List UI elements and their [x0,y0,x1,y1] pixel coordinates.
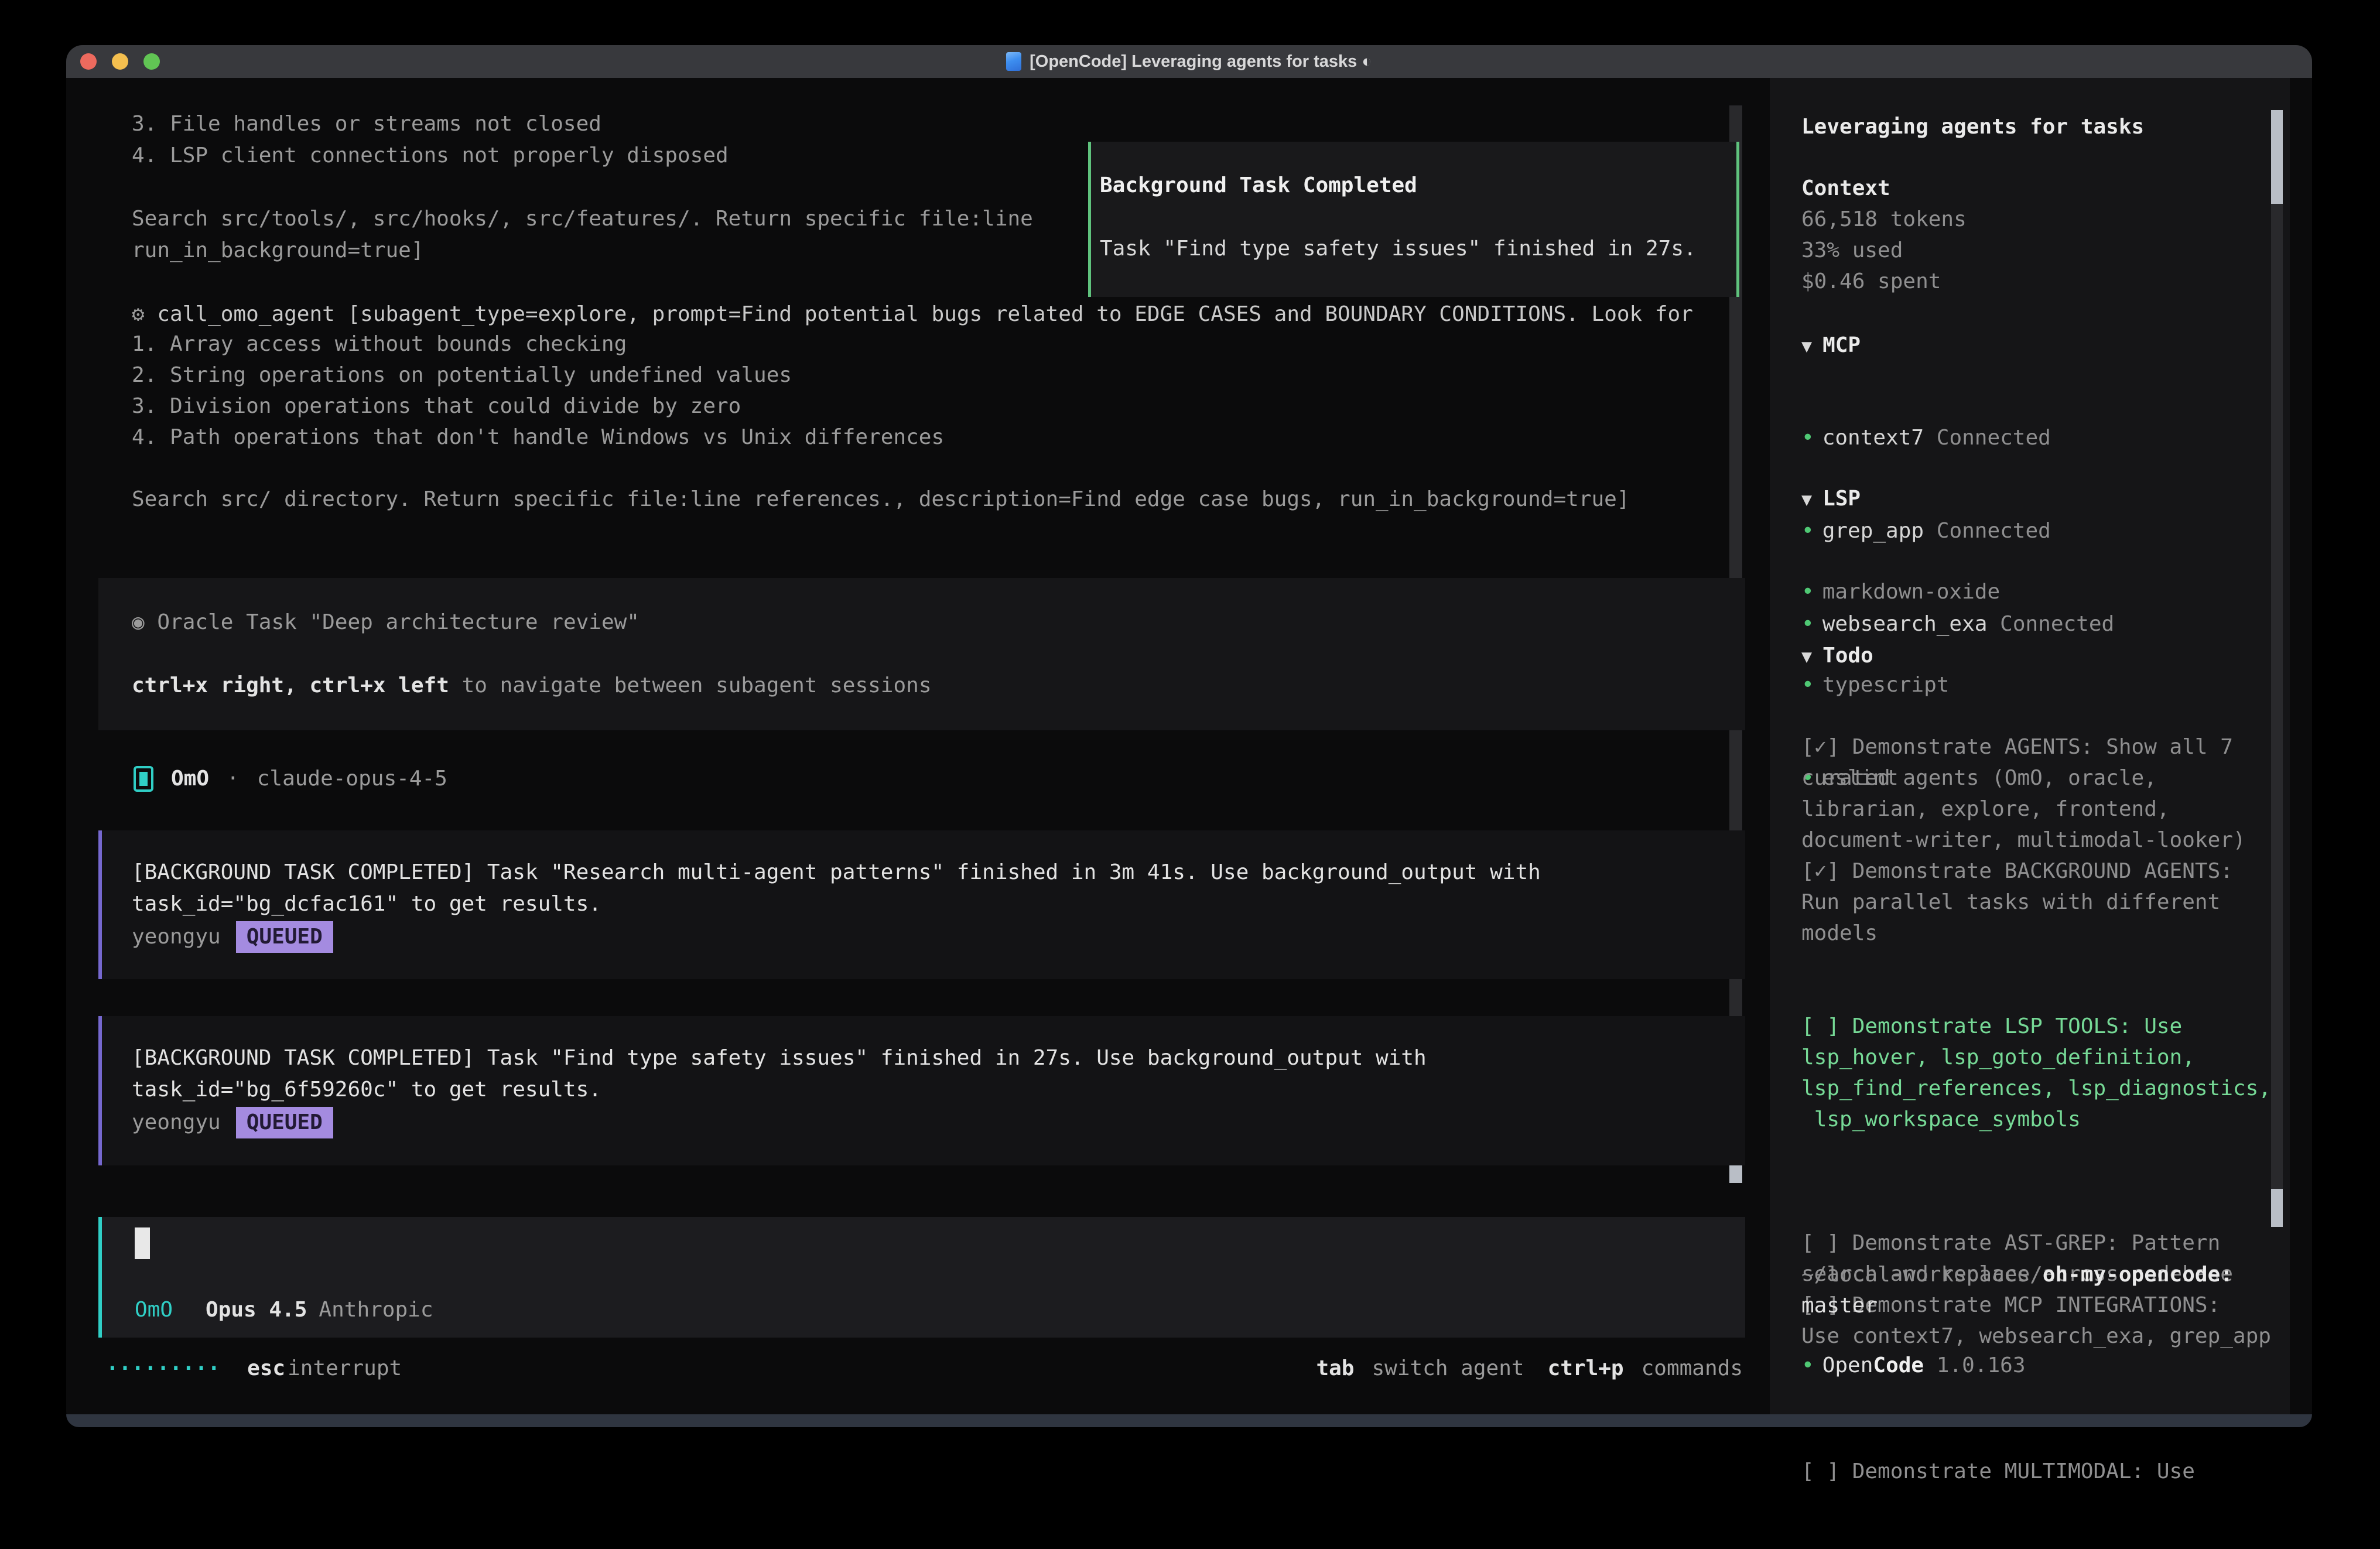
model-info-row: OmO Opus 4.5 Anthropic [135,1294,433,1326]
version-number: 1.0.163 [1937,1353,2026,1377]
window-title: [OpenCode] Leveraging agents for tasks ◐ [1030,52,1372,71]
subagent-nav-hint: ctrl+x right, ctrl+x left to navigate be… [132,670,1745,702]
separator-dot: · [227,763,240,795]
chevron-down-icon: ▼ [1801,647,1812,667]
task-author: yeongyu [132,1110,221,1134]
toast-body: Task "Find type safety issues" finished … [1100,233,1736,265]
task-message: [BACKGROUND TASK COMPLETED] Task "Find t… [98,1016,1745,1165]
bullet-icon: • [1801,580,1814,604]
titlebar-center: [OpenCode] Leveraging agents for tasks ◐ [66,45,2312,78]
esc-key-hint: esc [247,1356,285,1380]
sidebar: Leveraging agents for tasks Context 66,5… [1770,78,2290,1414]
bullet-icon: • [1801,426,1814,450]
task-message: [BACKGROUND TASK COMPLETED] Task "Resear… [98,830,1745,979]
todo-item-pending: [ ] Demonstrate MULTIMODAL: Use [1801,1456,2276,1487]
bullet-icon: • [1801,1353,1814,1377]
sidebar-scrollbar-end-cap [2271,1189,2283,1227]
gear-icon: ⚙ [132,302,145,326]
lsp-item: •markdown-oxide [1801,576,2000,607]
oracle-task-panel[interactable]: ◉ Oracle Task "Deep architecture review"… [98,578,1745,730]
input-model-name: Opus 4.5 [206,1294,307,1326]
status-badge: QUEUED [236,921,333,953]
chevron-down-icon: ▼ [1801,336,1812,357]
tool-call-first-line: call_omo_agent [subagent_type=explore, p… [157,302,1693,326]
statusbar: ········· esc interrupt tab switch agent… [106,1353,1743,1384]
git-branch: master [1801,1294,1878,1318]
input-agent-name: OmO [135,1294,173,1326]
status-badge: QUEUED [236,1107,333,1138]
prompt-input[interactable]: OmO Opus 4.5 Anthropic [98,1217,1745,1338]
oracle-task-title: ◉ Oracle Task "Deep architecture review" [132,607,1745,638]
input-provider-name: Anthropic [319,1294,433,1326]
toast-title: Background Task Completed [1100,170,1736,201]
ctrlp-key-hint: ctrl+p [1548,1353,1624,1384]
task-message-line2: task_id="bg_6f59260c" to get results. [132,1074,1745,1106]
esc-key-label: interrupt [288,1356,402,1380]
mcp-item: •context7 Connected [1801,422,2114,453]
titlebar[interactable]: [OpenCode] Leveraging agents for tasks ◐ [66,45,2312,78]
app-version-footer: •OpenCode 1.0.163 [1801,1350,2026,1381]
todo-item-done: [✓] Demonstrate AGENTS: Show all 7 curat… [1801,731,2276,949]
session-title: Leveraging agents for tasks [1801,111,2144,142]
chevron-down-icon: ▼ [1801,490,1812,510]
sidebar-scrollbar-thumb[interactable] [2271,110,2283,204]
sidebar-scrollbar-track[interactable] [2271,110,2283,1227]
task-author: yeongyu [132,925,221,949]
context-stats: 66,518 tokens 33% used $0.46 spent [1801,204,1967,297]
task-message-line1: [BACKGROUND TASK COMPLETED] Task "Resear… [132,857,1745,888]
window-bottom-edge [66,1414,2312,1427]
tool-call-body: 1. Array access without bounds checking … [132,329,1748,515]
todo-section-header[interactable]: ▼Todo [1801,640,1873,672]
tool-call-header: ⚙ call_omo_agent [subagent_type=explore,… [132,299,1748,330]
todo-item-active: [ ] Demonstrate LSP TOOLS: Use lsp_hover… [1801,1011,2276,1135]
agent-name: OmO [171,763,209,795]
text-cursor [135,1227,150,1259]
tab-key-label: switch agent [1372,1353,1524,1384]
spinner-dots-icon: ········· [106,1353,220,1384]
document-icon [1006,52,1021,71]
lsp-section-header[interactable]: ▼LSP [1801,483,1861,515]
task-message-line1: [BACKGROUND TASK COMPLETED] Task "Find t… [132,1042,1745,1074]
task-message-line2: task_id="bg_dcfac161" to get results. [132,888,1745,920]
context-heading: Context [1801,173,1890,204]
mcp-section-header[interactable]: ▼MCP [1801,330,1861,362]
tab-key-hint: tab [1316,1353,1354,1384]
agent-header: OmO · claude-opus-4-5 [134,763,447,795]
ctrlp-key-label: commands [1642,1353,1743,1384]
workspace-path: ~/local-workspaces/oh-my-opencode:master [1801,1259,2276,1321]
agent-model: claude-opus-4-5 [257,763,447,795]
record-icon: ◉ [132,610,145,634]
agent-icon [134,766,153,792]
opencode-window: [OpenCode] Leveraging agents for tasks ◐… [66,45,2312,1427]
background-task-toast: Background Task Completed Task "Find typ… [1088,142,1739,297]
